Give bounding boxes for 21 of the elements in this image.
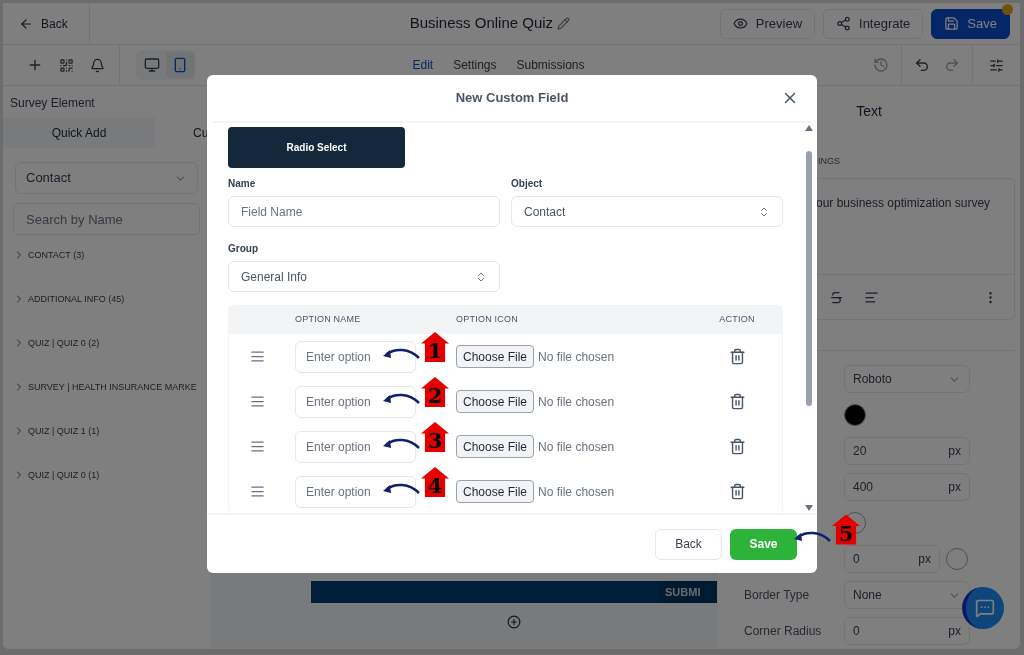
column-header: ACTION [718, 313, 756, 327]
callout-marker: 4 [421, 467, 449, 497]
modal-title: New Custom Field [455, 89, 569, 108]
file-status: No file chosen [538, 348, 615, 366]
panel-title: Text [856, 102, 882, 121]
field-label: Group [228, 242, 259, 256]
field-label: Name [228, 177, 257, 191]
callout-marker: 3 [421, 422, 449, 452]
field-label: Object [511, 177, 544, 191]
property-label: Corner Radius [744, 624, 822, 638]
panel-title: Survey Element [9, 95, 96, 112]
section-heading: INGS [818, 155, 841, 168]
callout-marker: 1 [421, 332, 449, 362]
column-header: OPTION ICON [456, 313, 519, 327]
quiz-title: Business Online Quiz [409, 13, 554, 34]
callout-marker: 2 [421, 377, 449, 407]
file-status: No file chosen [538, 438, 615, 456]
file-status: No file chosen [538, 483, 615, 501]
file-status: No file chosen [538, 393, 615, 411]
property-label: Border Type [744, 588, 810, 602]
column-header: OPTION NAME [295, 313, 362, 327]
